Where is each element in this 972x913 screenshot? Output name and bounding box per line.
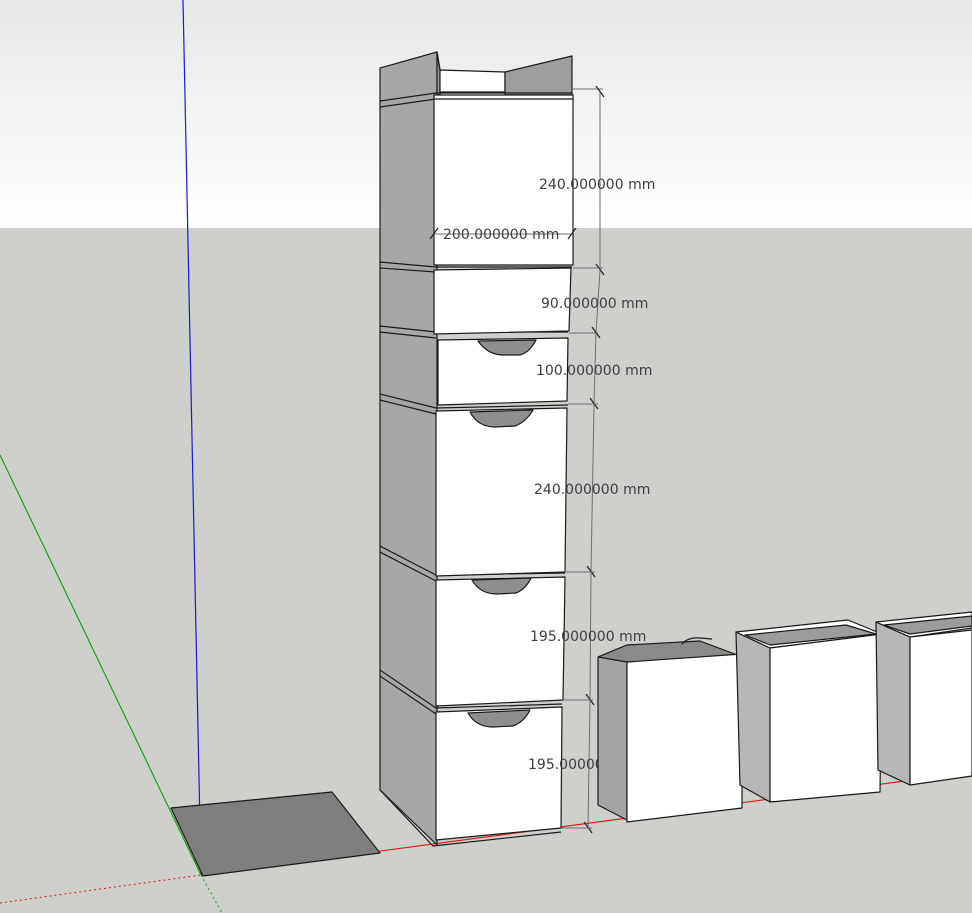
- modeling-viewport[interactable]: 240.000000 mm 200.000000 mm 90.000000 mm…: [0, 0, 972, 913]
- loose-box-2[interactable]: [735, 619, 883, 803]
- tower-top-inner: [439, 69, 506, 93]
- dim-spacer-height[interactable]: 90.000000 mm: [541, 296, 648, 312]
- tower-side-face[interactable]: [379, 51, 438, 846]
- scene-canvas[interactable]: 240.000000 mm 200.000000 mm 90.000000 mm…: [0, 0, 972, 913]
- dim-top-drawer-width[interactable]: 200.000000 mm: [443, 227, 559, 243]
- loose-box-3[interactable]: [875, 611, 972, 786]
- dim-drawer-2-height[interactable]: 100.000000 mm: [536, 363, 652, 379]
- dim-top-drawer-height[interactable]: 240.000000 mm: [539, 177, 655, 193]
- loose-box-1[interactable]: [597, 637, 743, 823]
- dim-drawer-3-height[interactable]: 240.000000 mm: [534, 482, 650, 498]
- dim-drawer-4-height[interactable]: 195.000000 mm: [530, 629, 646, 645]
